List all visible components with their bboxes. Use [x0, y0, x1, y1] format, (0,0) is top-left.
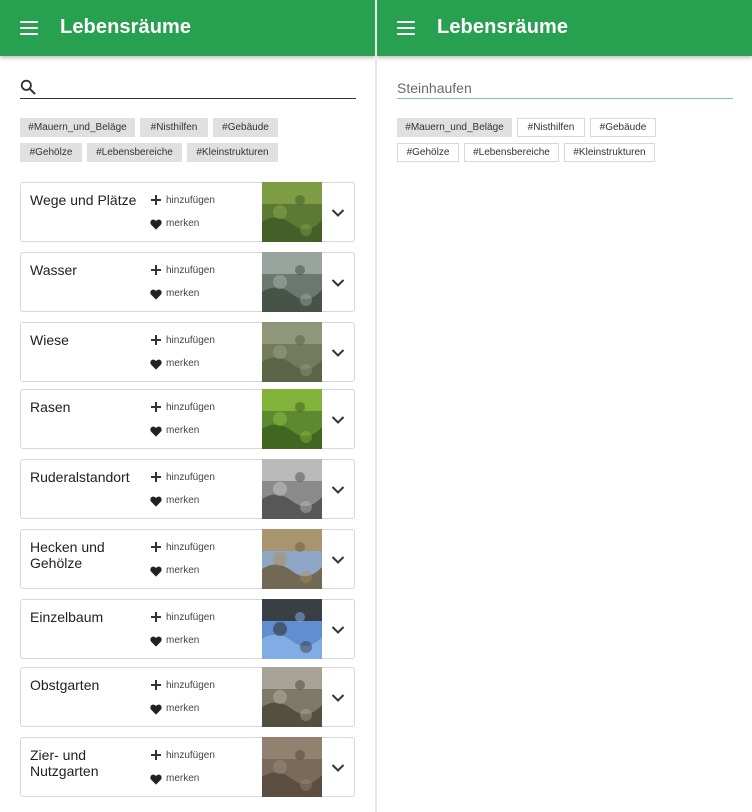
tag-gehoelze[interactable]: #Gehölze: [397, 143, 459, 162]
plus-icon: [151, 750, 161, 760]
add-label: hinzufügen: [166, 335, 215, 346]
plus-icon: [151, 472, 161, 482]
heart-icon: [150, 496, 162, 507]
habitat-card[interactable]: Wiese hinzufügen merken: [20, 322, 355, 382]
favorite-label: merken: [166, 635, 200, 646]
add-label: hinzufügen: [166, 195, 215, 206]
search-bar: [20, 76, 356, 99]
habitat-card[interactable]: Zier- und Nutzgarten hinzufügen merken: [20, 737, 355, 797]
tag-mauern-und-belaege[interactable]: #Mauern_und_Beläge: [20, 118, 135, 137]
plus-icon: [151, 680, 161, 690]
tag-gebaeude[interactable]: #Gebäude: [590, 118, 656, 137]
favorite-label: merken: [166, 495, 200, 506]
habitat-title: Wasser: [30, 262, 77, 278]
tag-mauern-und-belaege[interactable]: #Mauern_und_Beläge: [397, 118, 512, 137]
plus-icon: [151, 195, 161, 205]
app-bar: Lebensräume: [0, 0, 375, 56]
tag-kleinstrukturen[interactable]: #Kleinstrukturen: [564, 143, 655, 162]
habitat-title: Zier- und Nutzgarten: [30, 747, 99, 779]
add-label: hinzufügen: [166, 612, 215, 623]
plus-icon: [151, 402, 161, 412]
habitat-list-screen: Lebensräume #Mauern_und_Beläge #Nisthilf…: [0, 0, 375, 812]
search-input[interactable]: [42, 76, 352, 98]
habitat-card[interactable]: Einzelbaum hinzufügen merken: [20, 599, 355, 659]
habitat-card[interactable]: Hecken und Gehölze hinzufügen merken: [20, 529, 355, 589]
habitat-thumbnail: [262, 529, 322, 589]
habitat-thumbnail: [262, 252, 322, 312]
habitat-title: Rasen: [30, 399, 71, 415]
habitat-thumbnail: [262, 737, 322, 797]
page-title: Lebensräume: [437, 16, 569, 38]
favorite-label: merken: [166, 703, 200, 714]
search-input[interactable]: [397, 77, 733, 99]
habitat-thumbnail: [262, 459, 322, 519]
favorite-label: merken: [166, 218, 200, 229]
chevron-down-icon[interactable]: [328, 688, 348, 708]
habitat-card[interactable]: Wege und Plätze hinzufügen merken: [20, 182, 355, 242]
favorite-label: merken: [166, 425, 200, 436]
habitat-thumbnail: [262, 599, 322, 659]
add-label: hinzufügen: [166, 680, 215, 691]
favorite-label: merken: [166, 773, 200, 784]
plus-icon: [151, 612, 161, 622]
heart-icon: [150, 426, 162, 437]
add-label: hinzufügen: [166, 402, 215, 413]
habitat-title: Hecken und Gehölze: [30, 539, 105, 571]
add-label: hinzufügen: [166, 542, 215, 553]
app-bar: Lebensräume: [377, 0, 752, 56]
chevron-down-icon[interactable]: [328, 273, 348, 293]
tag-lebensbereiche[interactable]: #Lebensbereiche: [87, 143, 182, 162]
habitat-search-screen: Lebensräume #Mauern_und_Beläge #Nisthilf…: [377, 0, 752, 812]
tag-nisthilfen[interactable]: #Nisthilfen: [517, 118, 585, 137]
chevron-down-icon[interactable]: [328, 343, 348, 363]
menu-icon[interactable]: [20, 19, 40, 37]
chevron-down-icon[interactable]: [328, 550, 348, 570]
chevron-down-icon[interactable]: [328, 410, 348, 430]
search-icon: [20, 79, 36, 95]
tag-lebensbereiche[interactable]: #Lebensbereiche: [464, 143, 559, 162]
habitat-card[interactable]: Wasser hinzufügen merken: [20, 252, 355, 312]
habitat-title: Einzelbaum: [30, 609, 104, 625]
chevron-down-icon[interactable]: [328, 480, 348, 500]
habitat-title: Obstgarten: [30, 677, 100, 693]
chevron-down-icon[interactable]: [328, 203, 348, 223]
heart-icon: [150, 289, 162, 300]
habitat-thumbnail: [262, 182, 322, 242]
plus-icon: [151, 542, 161, 552]
favorite-label: merken: [166, 288, 200, 299]
heart-icon: [150, 219, 162, 230]
habitat-title: Ruderalstandort: [30, 469, 130, 485]
favorite-label: merken: [166, 358, 200, 369]
plus-icon: [151, 335, 161, 345]
plus-icon: [151, 265, 161, 275]
heart-icon: [150, 566, 162, 577]
habitat-card[interactable]: Obstgarten hinzufügen merken: [20, 667, 355, 727]
tag-kleinstrukturen[interactable]: #Kleinstrukturen: [187, 143, 278, 162]
heart-icon: [150, 636, 162, 647]
page-title: Lebensräume: [60, 16, 192, 38]
habitat-card[interactable]: Ruderalstandort hinzufügen merken: [20, 459, 355, 519]
habitat-thumbnail: [262, 322, 322, 382]
tag-gebaeude[interactable]: #Gebäude: [213, 118, 278, 137]
add-label: hinzufügen: [166, 265, 215, 276]
heart-icon: [150, 704, 162, 715]
favorite-label: merken: [166, 565, 200, 576]
search-bar: [397, 77, 733, 99]
add-label: hinzufügen: [166, 472, 215, 483]
add-label: hinzufügen: [166, 750, 215, 761]
tag-nisthilfen[interactable]: #Nisthilfen: [140, 118, 208, 137]
tag-gehoelze[interactable]: #Gehölze: [20, 143, 82, 162]
habitat-title: Wege und Plätze: [30, 192, 137, 208]
habitat-title: Wiese: [30, 332, 69, 348]
habitat-thumbnail: [262, 667, 322, 727]
menu-icon[interactable]: [397, 19, 417, 37]
habitat-card[interactable]: Rasen hinzufügen merken: [20, 389, 355, 449]
chevron-down-icon[interactable]: [328, 620, 348, 640]
heart-icon: [150, 774, 162, 785]
habitat-thumbnail: [262, 389, 322, 449]
heart-icon: [150, 359, 162, 370]
chevron-down-icon[interactable]: [328, 758, 348, 778]
